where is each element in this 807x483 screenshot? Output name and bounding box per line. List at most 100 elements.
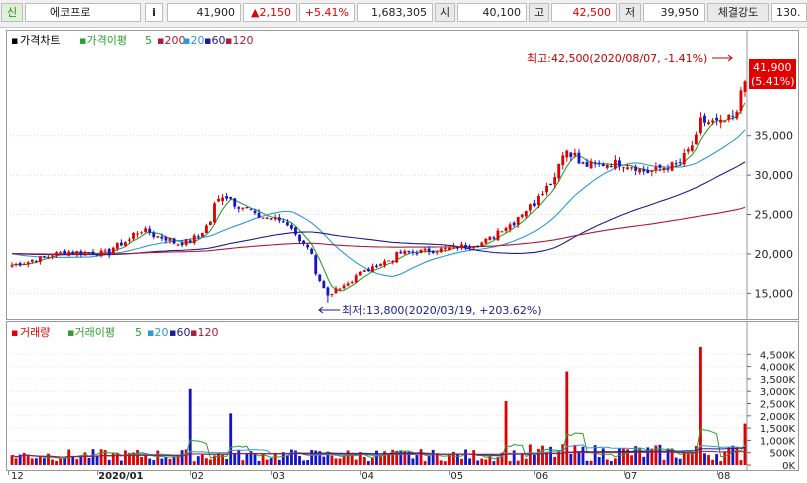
vol-tick-label: 2,500K (760, 400, 796, 411)
x-axis-tick (623, 471, 625, 475)
volume-bar (10, 455, 14, 465)
x-axis-label: 12 (11, 471, 24, 482)
candle-body (423, 248, 427, 251)
x-axis-label: 08 (717, 471, 731, 482)
volume-bar (192, 461, 196, 465)
volume-bar (38, 456, 42, 465)
candle-body (569, 152, 573, 157)
candle-body (686, 149, 690, 152)
candle-body (107, 248, 111, 256)
candle-body (699, 117, 702, 134)
candle-body (666, 168, 670, 170)
volume-chart-panel[interactable]: 4,500K 4,000K 3,500K 3,000K 2,500K 2,000K 1,50… (6, 321, 799, 471)
vol-tick-label: 1,000K (760, 436, 796, 447)
vol-tick-label: 0K (782, 461, 795, 470)
volume-bar (597, 457, 601, 465)
volume-bar (180, 450, 184, 465)
x-axis-tick (716, 471, 718, 475)
candle-body (302, 240, 306, 244)
candle-body (326, 287, 330, 296)
volume-bar (285, 455, 289, 465)
last-pct-label: (5.41%) (751, 75, 795, 88)
volume-bar (711, 459, 714, 465)
candle-body (715, 117, 719, 120)
volume-bar (322, 456, 326, 465)
quote-bar: 신 에코프로 i 41,900 ▲2,150 +5.41% 1,683,305 … (0, 0, 807, 28)
volume-bar (524, 458, 528, 465)
volume-bar (573, 444, 577, 465)
x-axis-tick (449, 471, 451, 475)
volume-bar (480, 458, 484, 465)
candle-body (123, 242, 127, 246)
stock-name-field[interactable]: 에코프로 (25, 3, 141, 22)
candle-body (298, 234, 301, 242)
candle-body (678, 162, 682, 164)
candle-body (204, 225, 208, 234)
candle-body (209, 221, 212, 226)
candle-body (593, 162, 597, 164)
vol-legend-ma120: ▪120 (190, 326, 218, 339)
candle-body (456, 247, 459, 249)
candle-body (249, 209, 253, 211)
candle-body (310, 248, 314, 254)
price-chart[interactable]: 15,000 20,000 25,000 30,000 35,000 ▪ 가격차트 ▪가… (7, 31, 798, 319)
candle-body (115, 242, 119, 249)
volume-bar (371, 458, 374, 465)
info-button[interactable]: i (145, 3, 163, 22)
volume-bar (241, 460, 245, 465)
volume-bar (34, 458, 38, 465)
x-axis-tick (534, 471, 536, 475)
candle-body (573, 152, 577, 156)
price-change: ▲2,150 (243, 3, 297, 22)
legend-ma200: ▪200 (157, 34, 185, 47)
candle-body (447, 247, 451, 250)
candle-body (484, 238, 488, 244)
volume-bar (703, 453, 706, 465)
volume-bar (111, 452, 115, 465)
volume-bar (47, 453, 50, 465)
volume-bar (217, 453, 220, 465)
volume-bar (565, 371, 569, 465)
price-chart-panel[interactable]: 15,000 20,000 25,000 30,000 35,000 ▪ 가격차트 ▪가… (6, 30, 799, 320)
candle-body (241, 207, 245, 209)
candle-body (690, 145, 694, 151)
candle-body (290, 224, 293, 229)
candle-body (407, 250, 411, 253)
candle-body (172, 238, 176, 244)
price-tick-label: 20,000 (755, 248, 794, 261)
volume-bar (330, 455, 334, 465)
volume-bar (160, 458, 164, 465)
volume-bar (516, 460, 520, 465)
candle-body (496, 230, 500, 241)
market-badge: 신 (1, 3, 23, 22)
volume-bar (225, 459, 229, 465)
candle-body (71, 251, 75, 254)
candle-body (504, 227, 508, 232)
candle-body (253, 210, 257, 213)
volume-bar (581, 446, 585, 465)
candle-body (59, 252, 63, 254)
candle-body (642, 169, 646, 172)
volume-bar (399, 450, 403, 465)
candle-body (221, 197, 225, 202)
candle-body (257, 212, 261, 218)
volume-bar (152, 460, 156, 465)
candle-body (508, 224, 512, 230)
vol-legend-ma20: ▪20 (147, 326, 168, 339)
candle-body (674, 163, 678, 165)
candle-body (79, 251, 83, 255)
candle-body (480, 242, 484, 247)
candle-body (658, 164, 662, 168)
volume-bar (140, 457, 144, 465)
candle-body (553, 177, 557, 185)
volume-bar (456, 453, 459, 465)
volume-bar (569, 453, 573, 465)
volume-chart[interactable]: 4,500K 4,000K3,500K3,000K 2,500K2,000K1,50… (7, 322, 798, 470)
candle-body (532, 203, 536, 206)
volume-bar (431, 449, 435, 465)
candle-body (354, 275, 358, 283)
volume-bar (585, 460, 589, 465)
candle-body (516, 217, 520, 225)
candle-body (703, 115, 706, 123)
candle-body (350, 282, 354, 284)
